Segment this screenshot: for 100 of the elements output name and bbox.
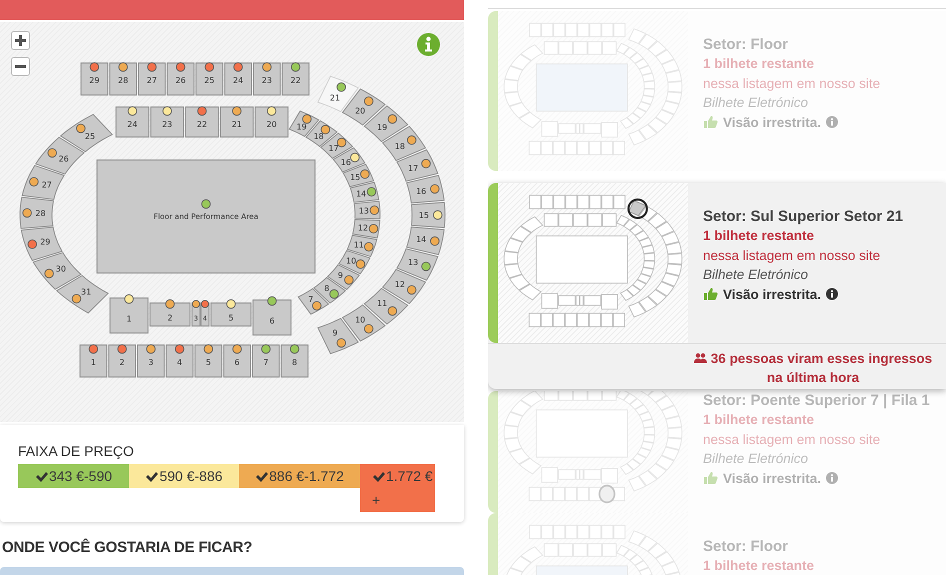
section-number: 5 [206,358,211,367]
section-number: 29 [89,76,100,85]
section-number: 20 [355,106,366,116]
seat-section[interactable] [150,106,184,138]
seat-section[interactable] [137,344,165,378]
tickets-remaining: 1 bilhete restante [703,557,814,575]
section-number: 27 [42,180,52,190]
section-number: 2 [120,358,125,367]
section-number: 25 [84,132,96,141]
price-range-title: FAIXA DE PREÇO [18,443,135,459]
viewers-note: 36 pessoas viram esses ingressos na última hora [710,351,932,385]
availability-note: nessa listagem em nosso site [703,246,880,265]
delivery-type: Bilhete Eletrónico [703,450,808,468]
seat-section[interactable] [185,106,219,138]
section-number: 11 [354,240,364,250]
price-range-chip[interactable]: 343 €-590 [18,464,129,488]
seat-section[interactable] [194,344,222,378]
section-number: 4 [177,358,182,367]
section-number: 23 [262,76,272,85]
seat-section[interactable] [253,62,281,96]
section-number: 16 [416,187,426,196]
seat-section[interactable] [252,344,280,378]
seat-section[interactable] [166,344,194,378]
tickets-remaining: 1 bilhete restante [703,227,814,245]
seat-section[interactable] [280,344,308,378]
seat-section[interactable] [116,106,150,138]
section-number: 1 [90,358,96,367]
section-number: 2 [167,314,173,322]
seat-section[interactable] [220,106,254,138]
section-number: 13 [358,206,369,216]
thumbs-up-icon [703,115,718,130]
seat-section[interactable] [56,274,109,314]
listing-title: Setor: Floor [703,35,788,54]
section-number: 11 [377,299,388,308]
delivery-type: Bilhete Eletrónico [703,94,808,112]
section-number: 19 [377,122,388,132]
section-number: 25 [204,76,214,85]
seat-section[interactable] [282,62,310,96]
listing-title: Setor: Sul Superior Setor 21 [703,207,904,226]
section-number: 27 [146,76,157,85]
seat-section[interactable] [166,62,194,96]
price-range-chip[interactable]: 590 €-886 [129,464,239,488]
section-number: 24 [127,120,138,129]
seat-section[interactable] [35,136,85,175]
seat-section[interactable] [254,106,288,138]
seat-section[interactable] [223,344,251,378]
section-number: 14 [416,235,426,244]
section-number: 20 [266,120,277,129]
seat-section[interactable] [210,302,252,326]
section-number: 10 [355,316,366,324]
section-number: 14 [356,190,366,199]
info-icon[interactable] [826,288,838,300]
seat-section[interactable] [80,344,108,378]
seat-section[interactable] [60,114,113,152]
section-number: 22 [196,120,208,129]
seat-section[interactable] [109,62,137,96]
section-number: 18 [394,142,405,152]
thumbs-up-icon [703,471,718,486]
view-quality: Visão irrestrita. [723,286,822,304]
section-number: 3 [148,358,154,367]
section-number: 12 [358,224,368,233]
section-number: 1 [126,314,132,324]
listing-card[interactable]: Setor: Sul Superior Setor 21 1 bilhete restante nessa listagem em nosso site Bilhete Eletrónico Visão irrestrita. 36 pessoas viram esses ingressos na última hora [488,183,946,389]
section-number: 5 [228,314,234,322]
availability-note: nessa listagem em nosso site [703,74,880,93]
section-number: 12 [394,280,405,289]
section-number: 26 [176,76,186,85]
section-number: 29 [40,238,50,247]
section-number: 22 [290,76,301,85]
section-number: 7 [308,294,314,304]
section-number: 9 [332,328,338,338]
availability-note: nessa listagem em nosso site [703,430,880,449]
section-number: 10 [346,256,356,266]
price-range-chip[interactable]: 886 €-1.772 [239,464,360,488]
seat-section[interactable] [108,344,136,378]
people-icon [694,353,707,363]
listing-title: Setor: Poente Superior 7 | Fila 1 [703,391,930,410]
listing-title: Setor: Floor [703,537,788,556]
section-number: 15 [418,211,429,220]
seat-section[interactable] [20,226,63,261]
seat-section[interactable] [80,62,108,96]
zoom-out-button[interactable] [11,57,30,76]
section-number: 28 [35,209,46,218]
section-number: 7 [263,358,268,367]
seat-section[interactable] [110,298,148,334]
seat-section[interactable] [196,62,224,96]
section-number: 8 [324,284,330,293]
seat-section[interactable] [22,164,65,200]
seat-section[interactable] [138,62,166,96]
section-number: 30 [56,264,66,274]
seat-section[interactable] [224,62,252,96]
section-number: 17 [408,164,418,173]
seat-section[interactable] [32,252,82,290]
section-number: 17 [328,144,339,153]
thumbs-up-icon [703,287,718,302]
price-range-chip[interactable]: 1.772 € + [360,464,435,512]
section-number: 15 [350,173,360,182]
section-heading: ONDE VOCÊ GOSTARIA DE FICAR? [2,539,254,557]
section-number: 21 [232,120,242,129]
zoom-in-button[interactable] [11,31,30,50]
